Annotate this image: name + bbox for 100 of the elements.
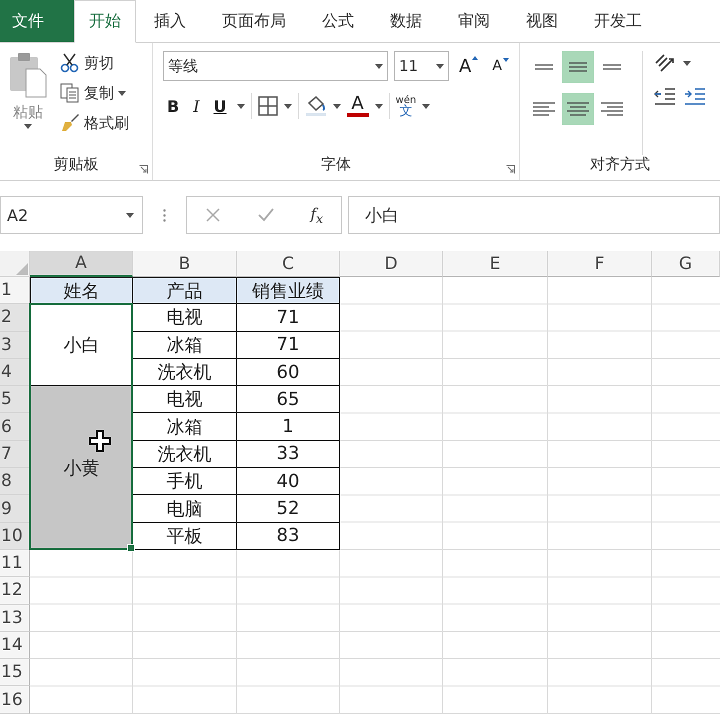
table-cell: 洗衣机 <box>133 358 237 386</box>
grow-font-button[interactable]: A <box>455 54 482 78</box>
caret-icon <box>284 104 292 108</box>
row-header[interactable]: 8 <box>0 468 30 496</box>
more-options-icon <box>163 208 166 222</box>
paste-button[interactable]: 粘贴 <box>6 51 50 155</box>
shrink-font-button[interactable]: A <box>488 56 513 76</box>
file-tab[interactable]: 文件 <box>0 0 74 42</box>
row-header[interactable]: 12 <box>0 577 30 605</box>
dialog-launcher-icon[interactable] <box>139 165 148 174</box>
copy-icon <box>60 83 80 103</box>
row-header[interactable]: 2 <box>0 304 30 332</box>
header-cell: 产品 <box>133 277 237 304</box>
font-color-button[interactable]: A <box>346 95 369 117</box>
row-header[interactable]: 10 <box>0 522 30 550</box>
caret-icon <box>118 90 126 96</box>
column-header[interactable]: B <box>133 251 237 277</box>
font-name-field[interactable]: 等线 <box>163 51 388 81</box>
scissors-icon <box>60 53 80 73</box>
table-cell: 电视 <box>133 386 237 414</box>
ribbon-tab[interactable]: 开发工 <box>576 0 660 42</box>
table-cell: 40 <box>237 468 340 496</box>
ribbon-tab[interactable]: 插入 <box>136 0 204 42</box>
triangle-icon <box>15 262 29 276</box>
column-header[interactable]: G <box>652 251 720 277</box>
caret-icon <box>375 64 383 68</box>
ribbon-tab[interactable]: 公式 <box>304 0 372 42</box>
ribbon-tab[interactable]: 页面布局 <box>204 0 304 42</box>
row-header[interactable]: 5 <box>0 386 30 414</box>
row-header[interactable]: 1 <box>0 277 30 304</box>
group-label: 剪贴板 <box>54 155 98 175</box>
header-cell: 姓名 <box>30 277 133 304</box>
fill-handle[interactable] <box>127 544 135 552</box>
table-cell: 60 <box>237 358 340 386</box>
row-header[interactable]: 13 <box>0 604 30 632</box>
cell-text: 小白 <box>64 334 100 357</box>
caret-icon <box>332 104 341 108</box>
caret-down-icon <box>502 58 509 62</box>
caret-icon <box>24 124 32 129</box>
align-middle-button[interactable] <box>562 51 594 83</box>
table-cell: 83 <box>237 522 340 550</box>
row-header[interactable]: 14 <box>0 632 30 660</box>
column-header[interactable]: C <box>237 251 340 277</box>
italic-button[interactable]: I <box>189 94 204 118</box>
column-header[interactable]: F <box>548 251 652 277</box>
row-header[interactable]: 11 <box>0 550 30 578</box>
row-header[interactable]: 6 <box>0 413 30 441</box>
font-size-field[interactable]: 11 <box>394 51 449 81</box>
table-cell: 1 <box>237 413 340 441</box>
table-cell: 电脑 <box>133 495 237 523</box>
table-cell: 71 <box>237 332 340 359</box>
row-header[interactable]: 15 <box>0 659 30 686</box>
row-header[interactable]: 7 <box>0 440 30 468</box>
brush-icon <box>60 113 80 133</box>
format-painter-button[interactable]: 格式刷 <box>58 111 131 135</box>
header-cell: 销售业绩 <box>237 277 340 304</box>
row-header[interactable]: 16 <box>0 686 30 714</box>
table-cell: 65 <box>237 386 340 414</box>
table-cell: 冰箱 <box>133 332 237 359</box>
underline-button[interactable]: U <box>210 94 231 118</box>
align-center-button[interactable] <box>562 93 594 125</box>
cut-button[interactable]: 剪切 <box>58 51 131 75</box>
table-cell: 冰箱 <box>133 413 237 441</box>
copy-button[interactable]: 复制 <box>58 81 131 105</box>
column-header[interactable]: A <box>30 251 133 277</box>
table-cell: 71 <box>237 304 340 332</box>
paint-bucket-icon[interactable] <box>304 95 327 117</box>
name-box[interactable]: A2 <box>0 196 143 234</box>
dialog-launcher-icon[interactable] <box>506 165 515 174</box>
table-cell: 平板 <box>133 522 237 550</box>
align-left-icon <box>533 102 555 116</box>
bold-button[interactable]: B <box>163 94 184 118</box>
row-header[interactable]: 3 <box>0 332 30 359</box>
column-header[interactable]: D <box>340 251 443 277</box>
table-cell: 洗衣机 <box>133 440 237 468</box>
ribbon-tab[interactable]: 审阅 <box>440 0 508 42</box>
caret-icon <box>683 60 691 66</box>
formula-input[interactable]: 小白 <box>348 196 720 234</box>
insert-function-button[interactable]: f$_{x}$ <box>310 204 324 226</box>
row-header[interactable]: 4 <box>0 358 30 386</box>
table-cell: 电视 <box>133 304 237 332</box>
table-cell: 手机 <box>133 468 237 496</box>
ribbon-tab[interactable]: 数据 <box>372 0 440 42</box>
borders-icon[interactable] <box>258 96 278 116</box>
align-center-icon <box>567 102 589 116</box>
caret-icon <box>374 104 383 108</box>
column-header[interactable]: E <box>443 251 548 277</box>
caret-icon <box>436 64 444 68</box>
align-top-icon <box>535 64 553 70</box>
caret-icon <box>422 104 430 108</box>
align-right-icon <box>601 102 623 116</box>
caret-icon <box>236 104 245 108</box>
row-header[interactable]: 9 <box>0 495 30 523</box>
phonetic-guide-button[interactable]: wén 文 <box>396 95 416 117</box>
align-bottom-icon <box>603 64 621 70</box>
cell-text: 小黄 <box>64 456 100 480</box>
caret-up-icon <box>472 56 478 60</box>
table-cell: 52 <box>237 495 340 523</box>
ribbon-tab[interactable]: 视图 <box>508 0 576 42</box>
ribbon-tab[interactable]: 开始 <box>74 0 136 43</box>
